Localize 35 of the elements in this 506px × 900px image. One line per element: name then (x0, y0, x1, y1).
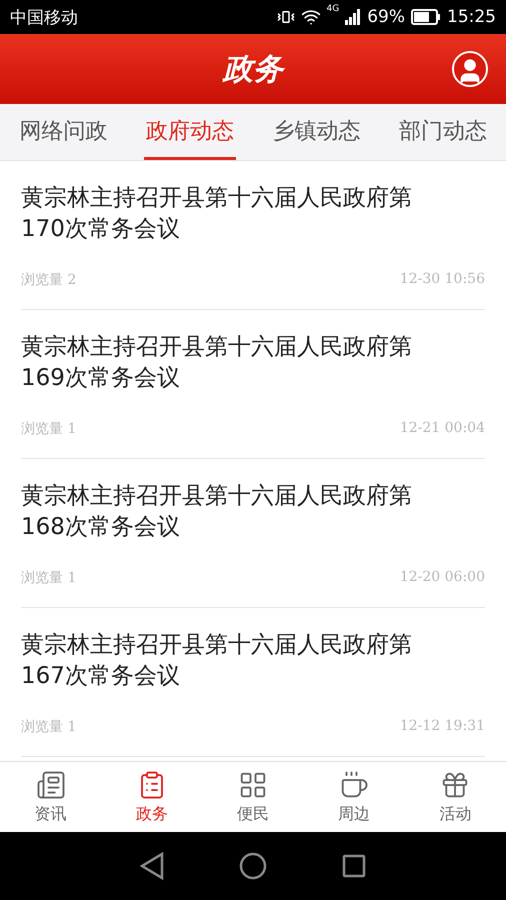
category-tab[interactable]: 乡镇动态 (270, 104, 362, 160)
article-title[interactable]: 黄宗林主持召开县第十六届人民政府第170次常务会议 (21, 183, 485, 245)
profile-icon[interactable] (452, 51, 488, 87)
network-type: 4G (326, 4, 340, 14)
carrier-name: 中国移动 (10, 6, 78, 28)
article-title[interactable]: 黄宗林主持召开县第十六届人民政府第167次常务会议 (21, 630, 485, 692)
view-count: 浏览量 1 (21, 718, 76, 736)
publish-time: 12-20 06:00 (400, 569, 485, 587)
article-title[interactable]: 黄宗林主持召开县第十六届人民政府第169次常务会议 (21, 332, 485, 394)
newspaper-icon (36, 770, 66, 800)
article-title[interactable]: 黄宗林主持召开县第十六届人民政府第168次常务会议 (21, 481, 485, 543)
vibrate-icon (276, 8, 294, 26)
clock-time: 15:25 (447, 7, 496, 27)
nav-tab[interactable]: 资讯 (0, 762, 102, 832)
nav-tab[interactable]: 周边 (304, 762, 405, 832)
header-title: 政务 (223, 48, 283, 90)
cup-icon (339, 770, 370, 800)
nav-tab[interactable]: 便民 (202, 762, 304, 832)
home-icon[interactable] (239, 852, 267, 880)
view-count: 浏览量 1 (21, 569, 76, 587)
category-tab[interactable]: 部门动态 (396, 104, 489, 160)
view-count: 浏览量 2 (21, 271, 76, 289)
nav-tab[interactable]: 活动 (404, 762, 506, 832)
publish-time: 12-21 00:04 (400, 420, 485, 438)
category-tab[interactable]: 网络问政 (17, 104, 110, 160)
back-icon[interactable] (140, 852, 164, 880)
signal-icon (345, 9, 362, 25)
nav-tab[interactable]: 政务 (101, 762, 202, 832)
view-count: 浏览量 1 (21, 420, 76, 438)
recents-icon[interactable] (342, 854, 366, 878)
battery-icon (411, 9, 441, 25)
publish-time: 12-12 19:31 (400, 718, 485, 736)
publish-time: 12-30 10:56 (400, 271, 485, 289)
battery-percent: 69% (367, 7, 405, 27)
category-tab[interactable]: 政府动态 (144, 104, 236, 160)
